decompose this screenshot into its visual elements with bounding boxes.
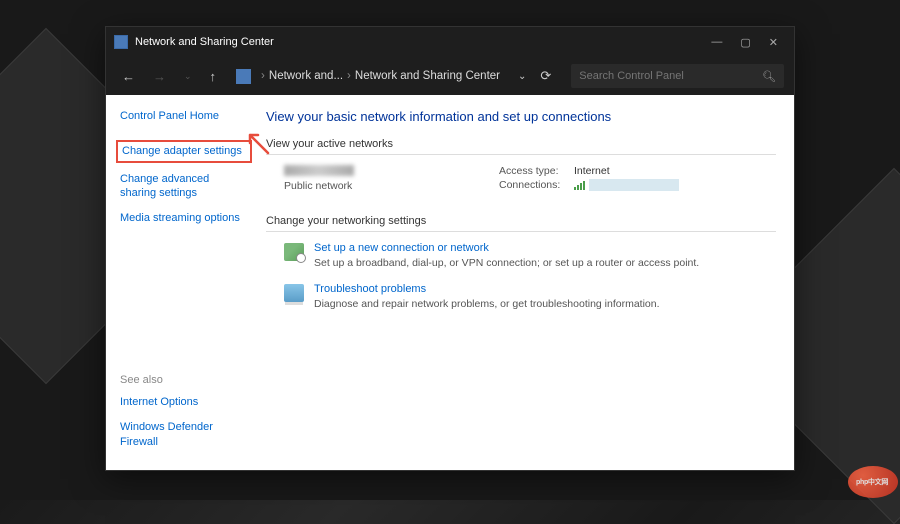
sidebar-link-firewall[interactable]: Windows Defender Firewall bbox=[120, 420, 248, 449]
app-icon bbox=[114, 35, 128, 49]
sidebar-link-adapter-settings[interactable]: Change adapter settings bbox=[116, 140, 252, 162]
see-also-label: See also bbox=[120, 374, 248, 386]
breadcrumb[interactable]: › Network and... › Network and Sharing C… bbox=[261, 70, 500, 82]
address-icon bbox=[236, 69, 251, 84]
network-info: Public network Access type: Internet Con… bbox=[284, 165, 776, 193]
search-icon[interactable]: 🔍︎ bbox=[762, 70, 776, 83]
recent-dropdown[interactable]: ⌄ bbox=[178, 67, 198, 86]
setup-connection-desc: Set up a broadband, dial-up, or VPN conn… bbox=[314, 257, 776, 269]
sidebar-link-internet-options[interactable]: Internet Options bbox=[120, 395, 248, 409]
page-title: View your basic network information and … bbox=[266, 109, 776, 124]
breadcrumb-part[interactable]: Network and Sharing Center bbox=[355, 70, 500, 82]
globe-icon bbox=[284, 243, 304, 261]
sidebar-link-media-streaming[interactable]: Media streaming options bbox=[120, 211, 248, 225]
active-networks-label: View your active networks bbox=[266, 138, 776, 150]
control-panel-window: Network and Sharing Center — ▢ ✕ ← → ⌄ ↑… bbox=[105, 26, 795, 471]
monitor-icon bbox=[284, 284, 304, 302]
divider bbox=[266, 231, 776, 232]
back-button[interactable]: ← bbox=[116, 65, 141, 88]
forward-button[interactable]: → bbox=[147, 65, 172, 88]
change-settings-label: Change your networking settings bbox=[266, 215, 776, 227]
sidebar-link-advanced-sharing[interactable]: Change advanced sharing settings bbox=[120, 172, 248, 201]
window-title: Network and Sharing Center bbox=[135, 36, 711, 48]
watermark-logo: php中文网 bbox=[848, 466, 898, 498]
toolbar: ← → ⌄ ↑ › Network and... › Network and S… bbox=[106, 57, 794, 95]
connection-name-redacted bbox=[589, 179, 679, 191]
access-type-label: Access type: bbox=[499, 165, 574, 177]
troubleshoot-link[interactable]: Troubleshoot problems bbox=[314, 283, 776, 295]
connections-label: Connections: bbox=[499, 179, 574, 191]
network-type: Public network bbox=[284, 180, 499, 192]
search-input[interactable] bbox=[579, 70, 762, 82]
sidebar-home-link[interactable]: Control Panel Home bbox=[120, 109, 248, 123]
breadcrumb-part[interactable]: Network and... bbox=[269, 70, 343, 82]
setup-connection-link[interactable]: Set up a new connection or network bbox=[314, 242, 776, 254]
close-button[interactable]: ✕ bbox=[769, 36, 778, 49]
address-dropdown[interactable]: ⌄ bbox=[518, 71, 526, 82]
divider bbox=[266, 154, 776, 155]
sidebar: Control Panel Home Change adapter settin… bbox=[106, 95, 258, 470]
troubleshoot-desc: Diagnose and repair network problems, or… bbox=[314, 298, 776, 310]
connection-value[interactable] bbox=[574, 179, 679, 191]
access-type-value: Internet bbox=[574, 165, 610, 177]
chevron-right-icon: › bbox=[261, 70, 265, 82]
maximize-button[interactable]: ▢ bbox=[740, 36, 750, 49]
refresh-button[interactable]: ⟳ bbox=[540, 68, 551, 84]
titlebar[interactable]: Network and Sharing Center — ▢ ✕ bbox=[106, 27, 794, 57]
chevron-right-icon: › bbox=[347, 70, 351, 82]
up-button[interactable]: ↑ bbox=[204, 65, 223, 88]
minimize-button[interactable]: — bbox=[711, 36, 722, 49]
search-box[interactable]: 🔍︎ bbox=[571, 64, 784, 88]
window-controls: — ▢ ✕ bbox=[711, 36, 786, 49]
network-name-redacted bbox=[284, 165, 354, 176]
wifi-signal-icon bbox=[574, 181, 585, 190]
option-setup-connection: Set up a new connection or network Set u… bbox=[284, 242, 776, 269]
content-area: Control Panel Home Change adapter settin… bbox=[106, 95, 794, 470]
main-panel: View your basic network information and … bbox=[258, 95, 794, 470]
option-troubleshoot: Troubleshoot problems Diagnose and repai… bbox=[284, 283, 776, 310]
